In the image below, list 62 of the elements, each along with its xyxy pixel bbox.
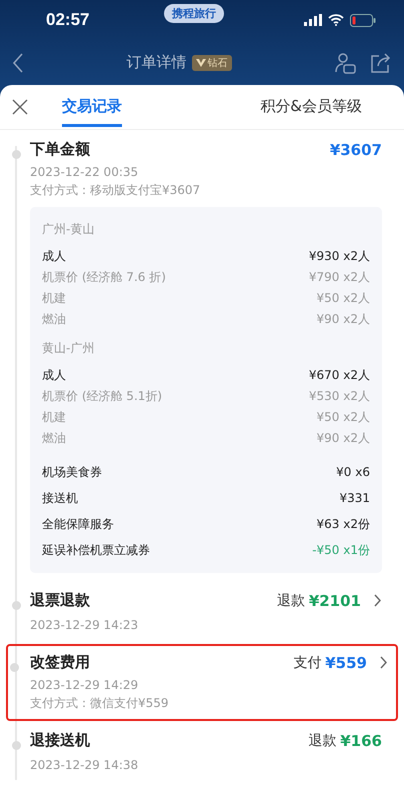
item-label: 机票价 (经济舱 7.6 折) xyxy=(42,269,166,286)
entry-title: 下单金额 xyxy=(30,140,90,159)
payment-method: 支付方式：移动版支付宝¥3607 xyxy=(30,182,202,199)
item-label: 燃油 xyxy=(42,311,66,328)
item-value: ¥331 xyxy=(339,490,370,507)
tab[interactable]: 积分&会员等级 xyxy=(260,87,362,127)
item-label: 机建 xyxy=(42,409,66,426)
member-badge: 钻石 xyxy=(192,54,232,70)
customer-service-icon[interactable] xyxy=(334,52,356,74)
entry-title: 退票退款 xyxy=(30,591,90,610)
wifi-icon xyxy=(328,14,344,26)
signal-icon xyxy=(304,14,322,26)
entry-time: 2023-12-29 14:38 xyxy=(30,758,140,772)
item-value: ¥90 x2人 xyxy=(316,430,370,447)
amount-prefix: 支付 xyxy=(293,654,322,672)
amount-prefix: 退款 xyxy=(276,592,305,610)
entry-amount: ¥2101 xyxy=(308,592,361,610)
timeline-dot xyxy=(12,741,21,750)
app-pill[interactable]: 携程旅行 xyxy=(164,4,224,23)
chevron-icon[interactable] xyxy=(373,594,382,607)
item-value: ¥670 x2人 xyxy=(308,367,370,384)
entry-amount: ¥3607 xyxy=(330,140,382,158)
item-label: 机场美食券 xyxy=(42,464,102,481)
item-label: 机建 xyxy=(42,290,66,307)
item-value: ¥530 x2人 xyxy=(308,388,370,405)
item-value: ¥63 x2份 xyxy=(316,516,370,533)
route-label: 黄山-广州 xyxy=(42,340,96,357)
item-label: 成人 xyxy=(42,367,66,384)
item-value: ¥50 x2人 xyxy=(316,409,370,426)
item-value: ¥790 x2人 xyxy=(308,269,370,286)
item-label: 全能保障服务 xyxy=(42,516,114,533)
entry-amount: ¥166 xyxy=(340,732,382,750)
close-icon[interactable] xyxy=(12,99,28,115)
back-icon[interactable] xyxy=(12,52,24,72)
item-label: 成人 xyxy=(42,248,66,265)
item-value: -¥50 x1份 xyxy=(312,542,370,559)
entry-amount: ¥559 xyxy=(325,654,367,672)
status-time: 02:57 xyxy=(46,10,90,30)
share-icon[interactable] xyxy=(370,52,392,74)
item-label: 延误补偿机票立减券 xyxy=(42,542,150,559)
item-value: ¥50 x2人 xyxy=(316,290,370,307)
item-label: 机票价 (经济舱 5.1折) xyxy=(42,388,162,405)
entry-time: 2023-12-22 00:35 xyxy=(30,165,140,179)
timeline-dot xyxy=(12,601,21,610)
tab[interactable]: 交易记录 xyxy=(62,87,122,127)
route-label: 广州-黄山 xyxy=(42,221,96,238)
battery-icon xyxy=(350,14,376,26)
chevron-icon[interactable] xyxy=(379,656,388,669)
timeline-dot xyxy=(10,663,19,672)
item-label: 接送机 xyxy=(42,490,78,507)
entry-time: 2023-12-29 14:23 xyxy=(30,618,140,632)
page-title: 订单详情 xyxy=(126,53,186,72)
item-value: ¥930 x2人 xyxy=(308,248,370,265)
item-value: ¥90 x2人 xyxy=(316,311,370,328)
entry-title: 改签费用 xyxy=(30,653,90,672)
item-label: 燃油 xyxy=(42,430,66,447)
timeline-dot xyxy=(12,150,21,159)
entry-title: 退接送机 xyxy=(30,731,90,750)
item-value: ¥0 x6 xyxy=(336,464,370,481)
amount-prefix: 退款 xyxy=(308,732,336,750)
payment-method: 支付方式：微信支付¥559 xyxy=(30,695,170,712)
entry-time: 2023-12-29 14:29 xyxy=(30,678,140,692)
